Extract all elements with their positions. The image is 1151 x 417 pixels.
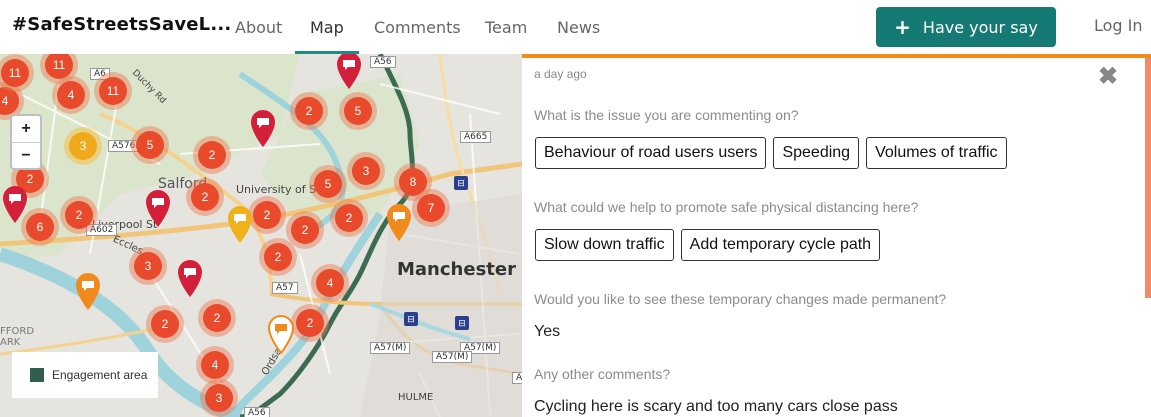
question-distancing: What could we help to promote safe physi… [534, 199, 919, 215]
marker-cluster[interactable]: 3 [129, 247, 167, 285]
tag-temporary-cycle-path: Add temporary cycle path [680, 229, 881, 261]
login-link[interactable]: Log In [1094, 16, 1143, 35]
comment-pin-icon[interactable] [0, 184, 30, 224]
road-shield: A6 [512, 372, 522, 384]
map-label-manchester: Manchester [397, 259, 516, 280]
question-issue: What is the issue you are commenting on? [534, 107, 799, 123]
marker-cluster[interactable]: 2 [291, 304, 329, 342]
road-shield: A57(M) [432, 351, 473, 363]
marker-cluster[interactable]: 2 [290, 92, 328, 130]
tag-behaviour: Behaviour of road users users [535, 137, 767, 169]
marker-cluster[interactable]: 2 [193, 136, 231, 174]
site-brand[interactable]: #SafeStreetsSaveL... [12, 14, 231, 35]
zoom-out-button[interactable]: − [12, 142, 40, 169]
comment-pin-icon[interactable] [73, 271, 103, 311]
marker-cluster[interactable]: 2 [146, 305, 184, 343]
tag-speeding: Speeding [773, 137, 860, 169]
engagement-area-swatch [30, 368, 44, 382]
legend-label: Engagement area [52, 368, 148, 382]
selected-comment-pin-icon[interactable] [266, 314, 296, 354]
comment-pin-icon[interactable] [334, 54, 364, 90]
panel-scrollbar[interactable] [1145, 58, 1151, 298]
road-shield: A56 [244, 407, 270, 417]
marker-cluster[interactable]: 3 [64, 127, 102, 165]
marker-cluster[interactable]: 2 [60, 196, 98, 234]
tag-volumes: Volumes of traffic [866, 137, 1007, 169]
marker-cluster[interactable]: 3 [347, 152, 385, 190]
marker-cluster[interactable]: 11 [94, 72, 132, 110]
marker-cluster[interactable]: 2 [198, 299, 236, 337]
marker-cluster[interactable]: 2 [186, 178, 224, 216]
train-station-icon: ⊟ [454, 176, 468, 190]
plus-icon: + [894, 15, 911, 39]
have-your-say-label: Have your say [922, 17, 1038, 37]
marker-cluster[interactable]: 2 [330, 199, 368, 237]
marker-cluster[interactable]: 7 [412, 189, 450, 227]
train-station-icon: ⊟ [404, 312, 418, 326]
marker-cluster[interactable]: 5 [339, 92, 377, 130]
road-shield: A57(M) [370, 342, 411, 354]
marker-cluster[interactable]: 3 [200, 379, 238, 417]
map-label-hulme: HULME [398, 392, 434, 403]
comment-pin-icon[interactable] [248, 108, 278, 148]
nav-news[interactable]: News [557, 0, 600, 54]
marker-cluster[interactable]: 4 [52, 76, 90, 114]
comment-pin-icon[interactable] [175, 258, 205, 298]
answer-other-comments: Cycling here is scary and too many cars … [534, 398, 898, 415]
road-shield: A57 [272, 282, 298, 294]
train-station-icon: ⊟ [455, 316, 469, 330]
comment-pin-icon[interactable] [143, 188, 173, 228]
marker-cluster[interactable]: 5 [309, 165, 347, 203]
nav-team[interactable]: Team [485, 0, 527, 54]
map-label-ford-park: FFORD ARK [0, 326, 35, 348]
marker-cluster[interactable]: 4 [311, 264, 349, 302]
map-legend: Engagement area [12, 352, 158, 398]
road-shield: A665 [460, 131, 492, 143]
issue-tags: Behaviour of road users users Speeding V… [535, 137, 1007, 169]
zoom-in-button[interactable]: + [12, 116, 40, 142]
comment-pin-icon[interactable] [384, 202, 414, 242]
question-other-comments: Any other comments? [534, 366, 671, 382]
answer-permanent: Yes [534, 323, 561, 340]
close-icon[interactable]: ✖ [1098, 62, 1118, 91]
nav-about[interactable]: About [235, 0, 282, 54]
comment-pin-icon[interactable] [225, 204, 255, 244]
distancing-tags: Slow down traffic Add temporary cycle pa… [535, 229, 881, 261]
marker-cluster[interactable]: 2 [259, 238, 297, 276]
zoom-control: + − [10, 114, 42, 170]
nav-map[interactable]: Map [295, 0, 359, 54]
top-navbar: #SafeStreetsSaveL... About Map Comments … [0, 0, 1151, 54]
marker-cluster[interactable]: 5 [131, 126, 169, 164]
road-shield: A56 [370, 56, 396, 68]
nav-comments[interactable]: Comments [374, 0, 461, 54]
have-your-say-button[interactable]: + Have your say [876, 7, 1056, 47]
tag-slow-down-traffic: Slow down traffic [535, 229, 674, 261]
question-permanent: Would you like to see these temporary ch… [534, 291, 947, 307]
comment-timestamp: a day ago [534, 67, 587, 81]
